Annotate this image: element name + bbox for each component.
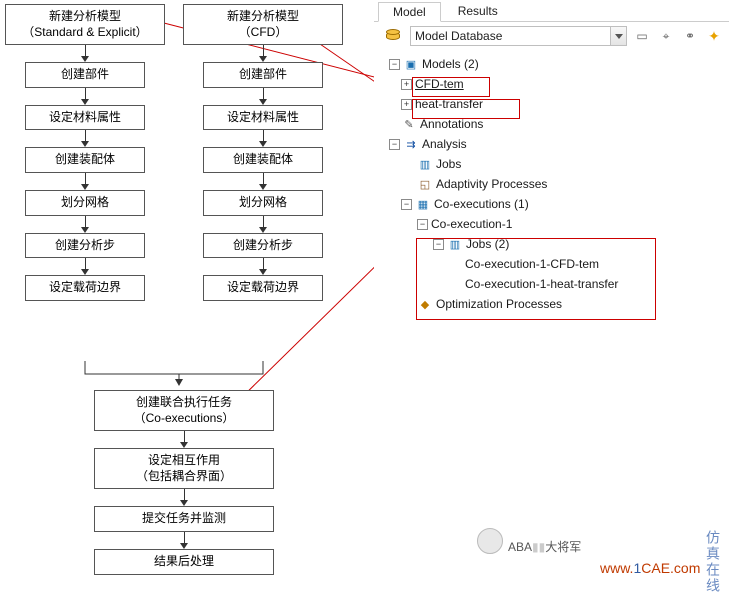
tree-annotations[interactable]: Annotations	[420, 117, 483, 131]
wechat-logo-icon	[477, 528, 503, 554]
coexec-icon: ▦	[415, 197, 431, 211]
node-create-part-b: 创建部件	[203, 62, 323, 88]
database-icon	[386, 29, 404, 43]
watermark-wechat: ABA▮▮大将军	[508, 538, 581, 555]
tree-toolbar: Model Database ▭ ⌖ ⚭ ✦	[374, 22, 729, 52]
expand-coexec1[interactable]: −	[417, 219, 428, 230]
tree-optimization[interactable]: Optimization Processes	[436, 297, 562, 311]
node-step-b: 创建分析步	[203, 233, 323, 259]
expand-model2[interactable]: +	[401, 99, 412, 110]
tree-jobs[interactable]: Jobs	[436, 157, 461, 171]
expand-model1[interactable]: +	[401, 79, 412, 90]
tree-model-heat[interactable]: heat-transfer	[415, 97, 483, 111]
tab-model[interactable]: Model	[378, 2, 441, 22]
model-tree: − ▣ Models (2) + CFD-tem + heat-transfer…	[374, 52, 729, 314]
chevron-down-icon[interactable]	[610, 27, 626, 45]
flow-col-cfd: 新建分析模型 （CFD） 创建部件 设定材料属性 创建装配体 划分网格 创建分析…	[183, 4, 343, 301]
node-postproc: 结果后处理	[94, 549, 274, 575]
tree-coexec-job2[interactable]: Co-execution-1-heat-transfer	[465, 277, 618, 291]
tab-results[interactable]: Results	[443, 1, 513, 21]
set-path-icon[interactable]: ▭	[633, 27, 651, 45]
node-material-b: 设定材料属性	[203, 105, 323, 131]
node-load-a: 设定载荷边界	[25, 275, 145, 301]
tree-model-cfd[interactable]: CFD-tem	[415, 77, 464, 91]
model-tree-panel: Model Results Model Database ▭ ⌖ ⚭ ✦ − ▣…	[374, 0, 729, 613]
node-new-model-cfd: 新建分析模型 （CFD）	[183, 4, 343, 45]
tree-models[interactable]: Models (2)	[422, 57, 479, 71]
flow-merged: 创建联合执行任务 （Co-executions） 设定相互作用 （包括耦合界面）…	[94, 382, 274, 575]
node-load-b: 设定载荷边界	[203, 275, 323, 301]
tree-analysis[interactable]: Analysis	[422, 137, 467, 151]
node-interaction: 设定相互作用 （包括耦合界面）	[94, 448, 274, 489]
node-new-model-std: 新建分析模型 （Standard & Explicit）	[5, 4, 165, 45]
model-database-combo[interactable]: Model Database	[410, 26, 627, 46]
node-material-a: 设定材料属性	[25, 105, 145, 131]
node-assembly-a: 创建装配体	[25, 147, 145, 173]
expand-coexec[interactable]: −	[401, 199, 412, 210]
annotations-icon: ✎	[401, 117, 417, 131]
node-assembly-b: 创建装配体	[203, 147, 323, 173]
adaptivity-icon: ◱	[417, 177, 433, 191]
coexec-jobs-icon: ▥	[447, 237, 463, 251]
optimization-icon: ◆	[417, 297, 433, 311]
node-mesh-b: 划分网格	[203, 190, 323, 216]
models-icon: ▣	[403, 57, 419, 71]
combo-label: Model Database	[411, 29, 610, 43]
node-coexec: 创建联合执行任务 （Co-executions）	[94, 390, 274, 431]
tree-coexec-jobs[interactable]: Jobs (2)	[466, 237, 509, 251]
expand-models[interactable]: −	[389, 59, 400, 70]
watermark-side: 仿真在线	[703, 530, 723, 594]
jobs-icon: ▥	[417, 157, 433, 171]
tree-coexec1[interactable]: Co-execution-1	[431, 217, 512, 231]
analysis-icon: ⇉	[403, 137, 419, 151]
tree-coexec-job1[interactable]: Co-execution-1-CFD-tem	[465, 257, 599, 271]
expand-coexec-jobs[interactable]: −	[433, 239, 444, 250]
link-icon[interactable]: ⚭	[681, 27, 699, 45]
watermark-site: www.1CAE.com	[600, 560, 700, 576]
tree-coexec[interactable]: Co-executions (1)	[434, 197, 529, 211]
node-step-a: 创建分析步	[25, 233, 145, 259]
tree-adaptivity[interactable]: Adaptivity Processes	[436, 177, 547, 191]
node-submit: 提交任务并监测	[94, 506, 274, 532]
flow-col-standard: 新建分析模型 （Standard & Explicit） 创建部件 设定材料属性…	[5, 4, 165, 301]
node-mesh-a: 划分网格	[25, 190, 145, 216]
tabs: Model Results	[374, 0, 729, 22]
expand-analysis[interactable]: −	[389, 139, 400, 150]
tips-icon[interactable]: ✦	[705, 27, 723, 45]
filter-icon[interactable]: ⌖	[657, 27, 675, 45]
node-create-part-a: 创建部件	[25, 62, 145, 88]
